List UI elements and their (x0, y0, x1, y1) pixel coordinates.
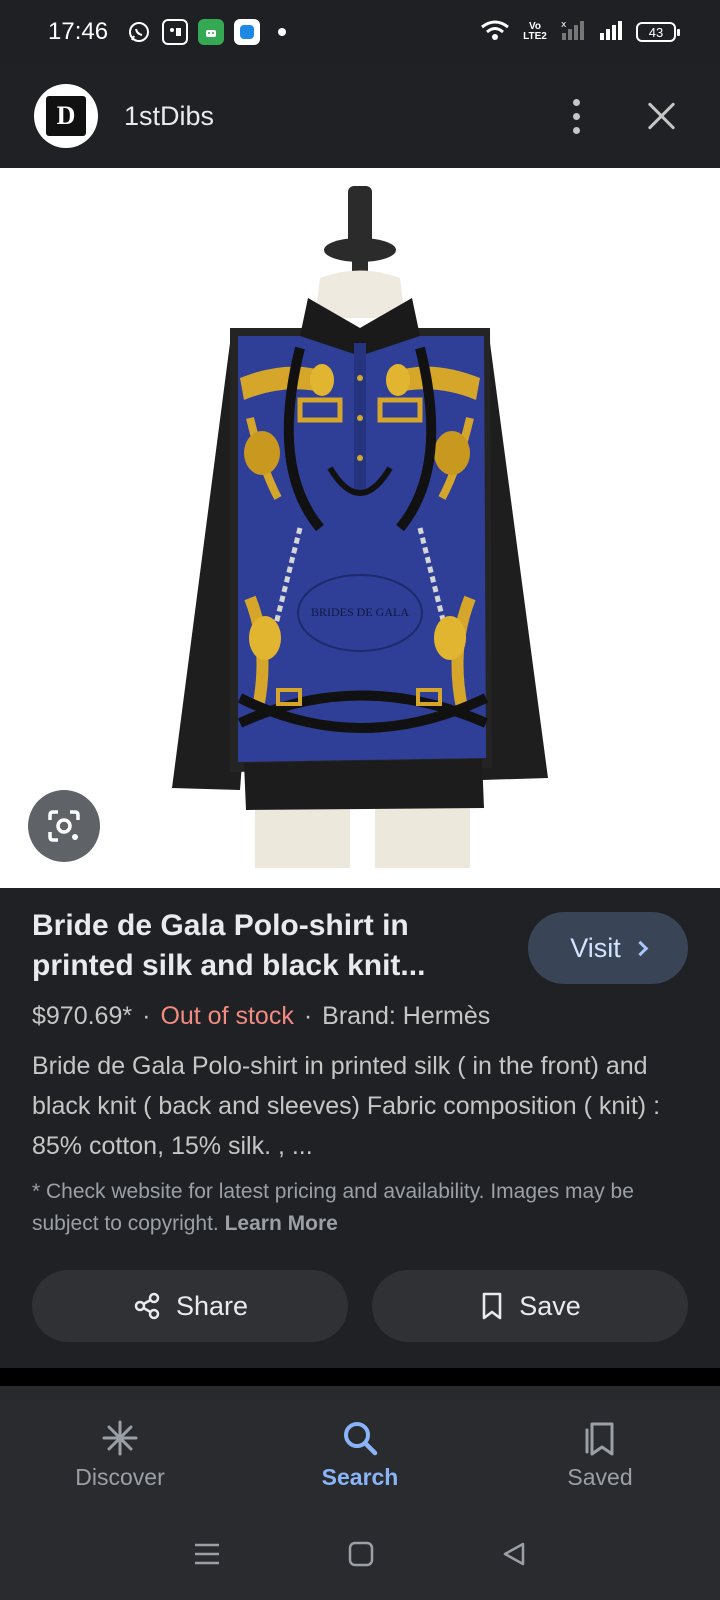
product-description: Bride de Gala Polo-shirt in printed silk… (32, 1052, 661, 1160)
site-logo[interactable]: D (34, 84, 98, 148)
more-notifications-dot (278, 28, 287, 36)
nav-saved[interactable]: Saved (480, 1400, 720, 1508)
bookmark-icon (482, 1292, 502, 1320)
close-icon[interactable] (644, 98, 680, 134)
whatsapp-icon (126, 19, 152, 45)
nav-search[interactable]: Search (240, 1400, 480, 1508)
signal-sim1-icon (598, 19, 624, 46)
nav-search-label: Search (321, 1463, 399, 1490)
visit-label: Visit (570, 932, 621, 963)
saved-icon (585, 1422, 614, 1455)
visit-button[interactable]: Visit (528, 912, 688, 984)
search-icon (344, 1421, 378, 1455)
next-card-edge (0, 1386, 720, 1400)
section-divider (0, 1368, 720, 1386)
save-button[interactable]: Save (372, 1270, 688, 1342)
site-name: 1stDibs (124, 100, 215, 131)
system-navigation-bar (0, 1508, 720, 1600)
product-image[interactable]: BRIDES DE GALA (0, 168, 720, 888)
product-meta: $970.69* · Out of stock · Brand: Hermès (32, 1002, 491, 1030)
svg-text:x: x (561, 20, 567, 30)
wifi-icon (480, 19, 510, 46)
signal-sim2-icon: x (560, 19, 586, 46)
save-label: Save (519, 1290, 581, 1321)
product-info-panel: Bride de Gala Polo-shirt in printed silk… (0, 888, 720, 1368)
product-price: $970.69* (32, 1002, 133, 1030)
nav-discover[interactable]: Discover (0, 1400, 240, 1508)
bottom-navigation: Discover Search Saved (0, 1400, 720, 1508)
blue-app-icon (234, 19, 261, 45)
back-icon[interactable] (501, 1541, 527, 1567)
more-options-icon[interactable] (564, 98, 588, 134)
share-button[interactable]: Share (32, 1270, 348, 1342)
asterisk-icon (102, 1420, 138, 1455)
stock-status: Out of stock (160, 1002, 294, 1030)
product-title[interactable]: Bride de Gala Polo-shirt in printed silk… (32, 906, 472, 986)
chevron-right-icon (632, 940, 649, 956)
share-label: Share (175, 1290, 249, 1321)
polo-shirt-illustration: BRIDES DE GALA (172, 186, 548, 868)
android-app-icon (198, 19, 225, 45)
photo-app-icon (162, 19, 189, 45)
status-time: 17:46 (48, 18, 109, 45)
header-actions (564, 98, 680, 134)
nav-saved-label: Saved (567, 1463, 633, 1490)
notification-icons (126, 19, 287, 45)
logo-mark: D (46, 96, 86, 136)
page-header: D 1stDibs (0, 64, 720, 168)
lens-icon (48, 810, 80, 842)
nav-discover-label: Discover (75, 1463, 165, 1490)
share-icon (134, 1292, 160, 1320)
system-status-icons: Vo LTE2 x 43 (480, 19, 680, 46)
home-icon[interactable] (348, 1541, 374, 1567)
recent-apps-icon[interactable] (193, 1541, 221, 1567)
product-brand: Brand: Hermès (322, 1002, 491, 1030)
volte-indicator: Vo LTE2 (523, 21, 547, 42)
battery-icon: 43 (636, 22, 680, 42)
action-row: Share Save (32, 1270, 688, 1342)
learn-more-link[interactable]: Learn More (225, 1212, 338, 1235)
print-text: BRIDES DE GALA (311, 605, 409, 619)
status-bar: 17:46 Vo LTE2 x 43 (0, 0, 720, 64)
google-lens-button[interactable] (28, 790, 100, 862)
disclaimer: * Check website for latest pricing and a… (32, 1176, 692, 1240)
